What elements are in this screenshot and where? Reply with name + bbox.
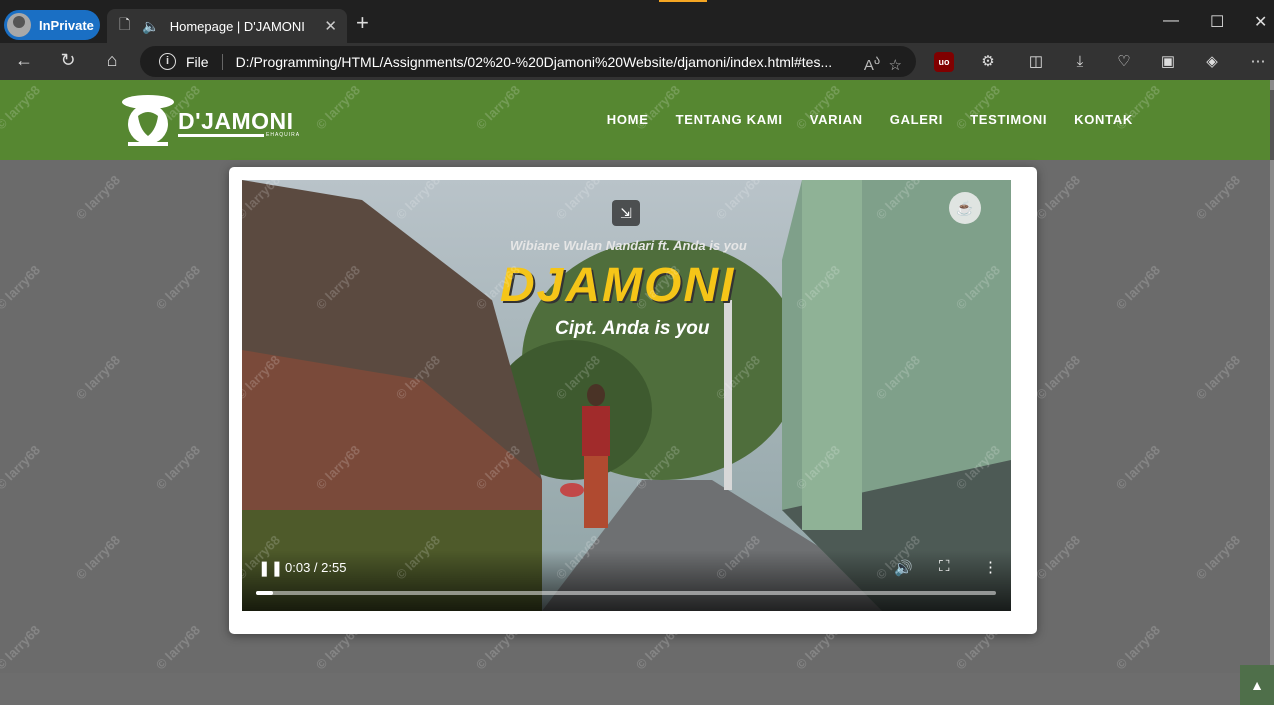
address-url[interactable]: D:/Programming/HTML/Assignments/02%20-%2… [236, 54, 833, 70]
maximize-icon[interactable]: ☐ [1210, 12, 1224, 32]
more-menu-icon[interactable]: ⋯ [1248, 52, 1268, 72]
read-aloud-favorite-icons[interactable]: Aა ☆ [864, 52, 902, 74]
split-screen-icon[interactable]: ◫ [1026, 52, 1046, 72]
copilot-icon[interactable]: ◈ [1202, 52, 1222, 72]
pause-icon[interactable]: ❚❚ [258, 559, 283, 577]
nav-varian[interactable]: VARIAN [810, 112, 863, 127]
video-progress-bar[interactable] [256, 591, 996, 595]
logo-emblem-icon [122, 95, 174, 146]
inprivate-button[interactable]: InPrivate [4, 10, 100, 40]
minimize-icon[interactable]: — [1163, 12, 1179, 30]
brand-subtext: EHAQUIRA [266, 132, 301, 138]
tab-indicator [659, 0, 707, 2]
tab-title: Homepage | D'JAMONI [169, 18, 305, 34]
downloads-icon[interactable]: ⤓ [1070, 52, 1090, 72]
main-nav: HOME TENTANG KAMI VARIAN GALERI TESTIMON… [607, 112, 1133, 127]
nav-testimoni[interactable]: TESTIMONI [970, 112, 1047, 127]
address-divider [221, 53, 223, 70]
picture-in-picture-icon[interactable]: ⇲ [612, 200, 640, 226]
brand-underline [178, 134, 264, 137]
active-tab[interactable]: 🗋 🔈 Homepage | D'JAMONI ✕ [107, 9, 347, 43]
page-scrollbar[interactable] [1270, 80, 1274, 705]
more-options-icon[interactable]: ⋮ [983, 558, 998, 576]
speaker-icon[interactable]: 🔈 [142, 18, 159, 35]
video-overlay-title: DJAMONI [500, 259, 736, 312]
site-logo[interactable]: D'JAMONI EHAQUIRA [120, 90, 300, 150]
profile-avatar-icon [7, 13, 31, 37]
site-header: D'JAMONI EHAQUIRA HOME TENTANG KAMI VARI… [0, 80, 1270, 160]
browser-essentials-icon[interactable]: ♡ [1114, 52, 1134, 72]
video-player[interactable]: Wibiane Wulan Nandari ft. Anda is you DJ… [242, 180, 1011, 611]
inprivate-label: InPrivate [39, 17, 94, 33]
address-bar[interactable]: i File D:/Programming/HTML/Assignments/0… [140, 46, 916, 77]
home-icon[interactable]: ⌂ [100, 50, 124, 71]
video-overlay-subtitle: Cipt. Anda is you [555, 318, 710, 339]
scrollbar-thumb[interactable] [1270, 90, 1274, 160]
new-tab-icon[interactable]: + [356, 12, 369, 34]
extensions-icon[interactable]: ⚙ [978, 52, 998, 72]
refresh-icon[interactable]: ↻ [56, 50, 80, 71]
close-tab-icon[interactable]: ✕ [324, 17, 337, 35]
address-scheme: File [186, 53, 209, 70]
close-window-icon[interactable]: ✕ [1254, 12, 1267, 32]
brand-name: D'JAMONI [178, 108, 294, 134]
video-modal: Wibiane Wulan Nandari ft. Anda is you DJ… [229, 167, 1037, 634]
volume-icon[interactable]: 🔊 [894, 559, 913, 577]
nav-kontak[interactable]: KONTAK [1074, 112, 1133, 127]
fullscreen-icon[interactable]: ⛶ [939, 558, 950, 575]
nav-home[interactable]: HOME [607, 112, 649, 127]
ublock-icon[interactable]: uo [934, 52, 954, 72]
info-icon[interactable]: i [159, 53, 176, 70]
page-icon: 🗋 [119, 16, 131, 32]
channel-logo-icon: ☕ [949, 192, 981, 224]
math-solver-icon[interactable]: ▣ [1158, 52, 1178, 72]
browser-tab-bar: InPrivate 🗋 🔈 Homepage | D'JAMONI ✕ + — … [0, 0, 1274, 43]
nav-galeri[interactable]: GALERI [890, 112, 943, 127]
address-toolbar: ← ↻ ⌂ i File D:/Programming/HTML/Assignm… [0, 43, 1274, 80]
page-bottom-band [0, 673, 1270, 705]
nav-tentang-kami[interactable]: TENTANG KAMI [676, 112, 783, 127]
back-to-top-button[interactable]: ▲ [1240, 665, 1274, 705]
video-overlay-credit: Wibiane Wulan Nandari ft. Anda is you [510, 238, 747, 253]
video-controls: ❚❚ 0:03 / 2:55 🔊 ⛶ ⋮ [242, 550, 1011, 611]
video-progress-fill [256, 591, 274, 595]
web-page: D'JAMONI EHAQUIRA HOME TENTANG KAMI VARI… [0, 80, 1270, 705]
video-time: 0:03 / 2:55 [285, 560, 347, 575]
back-icon[interactable]: ← [12, 50, 36, 71]
